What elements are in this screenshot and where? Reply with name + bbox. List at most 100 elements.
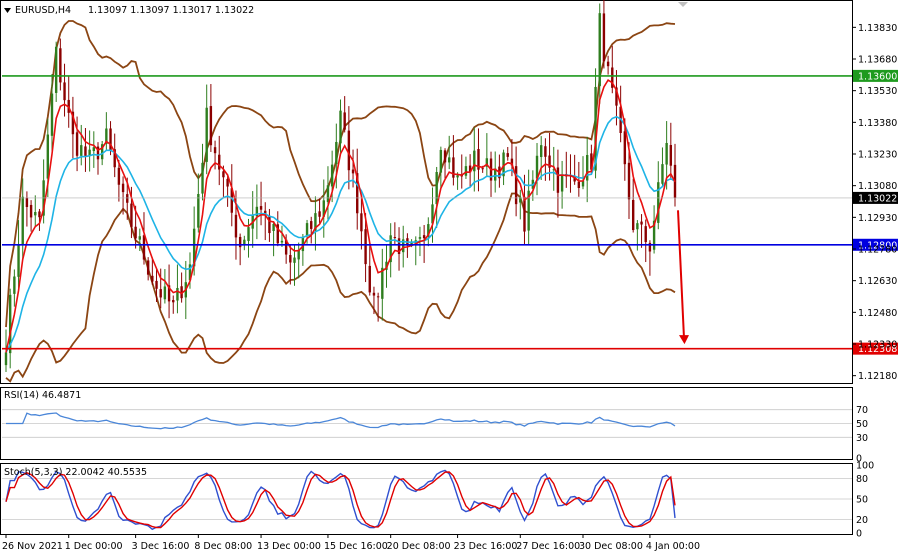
candle-body bbox=[176, 287, 179, 301]
x-axis-tick-label: 20 Dec 08:00 bbox=[387, 541, 451, 552]
y-axis-tick-label: 1.13680 bbox=[858, 55, 897, 66]
candle-body bbox=[661, 164, 664, 184]
candle-body bbox=[172, 300, 175, 303]
candle-body bbox=[222, 171, 225, 178]
candle-body bbox=[130, 203, 133, 227]
candle-body bbox=[418, 237, 422, 239]
candle bbox=[54, 41, 58, 102]
candle-body bbox=[146, 260, 150, 275]
y-axis-tick-label: 1.12930 bbox=[858, 213, 897, 224]
x-axis-tick-label: 27 Dec 16:00 bbox=[516, 541, 580, 552]
ohlc-values: 1.13097 1.13097 1.13017 1.13022 bbox=[88, 5, 254, 16]
x-axis-tick-label: 4 Jan 00:00 bbox=[646, 541, 700, 552]
chart-canvas: 1.136001.128001.123081.130221.138301.136… bbox=[0, 0, 898, 552]
candle-body bbox=[59, 48, 62, 83]
rsi-axis-label: 70 bbox=[856, 405, 868, 416]
candle-body bbox=[623, 131, 627, 165]
candle-body bbox=[205, 107, 208, 162]
candle-body bbox=[305, 223, 309, 237]
candle-body bbox=[13, 276, 16, 294]
candle-body bbox=[631, 199, 635, 231]
candle-body bbox=[636, 223, 639, 230]
price-level-tag-label: 1.13600 bbox=[858, 71, 897, 82]
candle-body bbox=[368, 265, 371, 293]
candle-body bbox=[544, 146, 547, 157]
rsi-title: RSI(14) 46.4871 bbox=[4, 390, 81, 401]
chart-window: 1.13600 1.12800 1.12308 1.13022 1.13830 1.136… bbox=[0, 0, 900, 556]
candle-body bbox=[360, 213, 363, 232]
candle-body bbox=[464, 166, 468, 176]
candle-body bbox=[556, 167, 560, 193]
candle-body bbox=[234, 214, 238, 238]
y-axis-tick-label: 1.13230 bbox=[858, 150, 897, 161]
candle-body bbox=[80, 145, 83, 156]
y-axis-tick-label: 1.13080 bbox=[858, 181, 897, 192]
candle-body bbox=[448, 157, 451, 163]
candle-body bbox=[34, 212, 37, 216]
candle-body bbox=[75, 132, 79, 156]
candle-body bbox=[585, 154, 589, 181]
candle-body bbox=[669, 145, 673, 166]
candle-body bbox=[393, 237, 397, 239]
x-axis-tick-label: 23 Dec 16:00 bbox=[454, 541, 518, 552]
candle-body bbox=[364, 229, 367, 265]
candle-body bbox=[163, 286, 167, 300]
candle-body bbox=[293, 257, 296, 263]
candle-body bbox=[335, 141, 338, 165]
stoch-title: Stoch(5,3,3) 22.0042 40.5535 bbox=[4, 467, 147, 478]
y-axis-tick-label: 1.13530 bbox=[858, 86, 897, 97]
candle-body bbox=[481, 168, 484, 170]
candle-body bbox=[159, 289, 162, 298]
candle-body bbox=[38, 211, 41, 218]
stoch-axis-label: 50 bbox=[856, 495, 868, 506]
candle-body bbox=[17, 244, 20, 277]
candle-body bbox=[209, 106, 213, 146]
candle-body bbox=[280, 240, 284, 243]
candle-body bbox=[351, 169, 355, 174]
x-axis-tick-label: 15 Dec 16:00 bbox=[324, 541, 388, 552]
candle-body bbox=[268, 215, 271, 234]
candle-body bbox=[92, 147, 96, 152]
stoch-axis-label: 80 bbox=[856, 474, 868, 485]
rsi-axis-label: 30 bbox=[856, 433, 868, 444]
x-axis-tick-label: 8 Dec 08:00 bbox=[194, 541, 252, 552]
candle-body bbox=[343, 112, 346, 130]
candle-body bbox=[443, 150, 447, 163]
candle-body bbox=[422, 235, 426, 239]
candle-body bbox=[201, 162, 204, 194]
y-axis-tick-label: 1.12630 bbox=[858, 276, 897, 287]
candle-body bbox=[117, 167, 121, 185]
y-axis-tick-label: 1.13830 bbox=[858, 23, 897, 34]
candle-body bbox=[25, 197, 29, 208]
x-axis-tick-label: 26 Nov 2021 bbox=[2, 541, 63, 552]
candle-body bbox=[84, 146, 87, 156]
y-axis-tick-label: 1.12180 bbox=[858, 371, 897, 382]
candle-body bbox=[523, 196, 526, 232]
candle-body bbox=[226, 178, 229, 187]
candle-body bbox=[289, 254, 292, 263]
candle-body bbox=[238, 236, 242, 248]
candle-body bbox=[126, 194, 129, 203]
y-axis-tick-label: 1.12480 bbox=[858, 308, 897, 319]
candle-body bbox=[473, 150, 476, 172]
candle-body bbox=[372, 292, 376, 296]
candle-body bbox=[326, 185, 330, 202]
candle-body bbox=[602, 13, 606, 62]
candle-body bbox=[247, 227, 250, 242]
candle-body bbox=[155, 280, 158, 289]
current-price-tag-label: 1.13022 bbox=[858, 193, 897, 204]
symbol-label[interactable]: EURUSD,H4 bbox=[15, 5, 71, 16]
candle-body bbox=[50, 93, 54, 136]
candle-body bbox=[29, 204, 33, 218]
x-axis-tick-label: 30 Dec 08:00 bbox=[579, 541, 643, 552]
candle-body bbox=[665, 142, 668, 165]
candle-body bbox=[121, 183, 125, 193]
stoch-axis-label: 20 bbox=[856, 515, 868, 526]
candle-body bbox=[134, 226, 137, 239]
candle-body bbox=[21, 196, 24, 246]
candle-body bbox=[197, 193, 200, 228]
candle-body bbox=[376, 296, 380, 298]
candle-body bbox=[4, 352, 8, 366]
x-axis-tick-label: 1 Dec 00:00 bbox=[65, 541, 123, 552]
candle-body bbox=[627, 162, 631, 200]
